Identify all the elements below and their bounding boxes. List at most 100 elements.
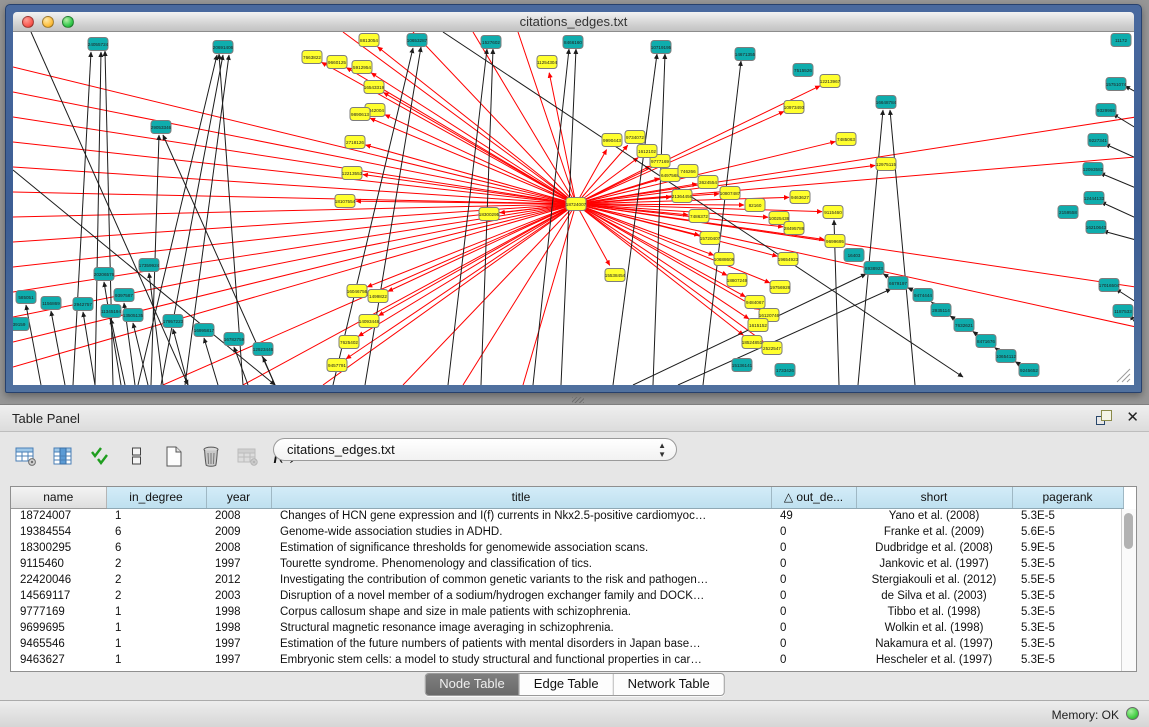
graph-node[interactable]: 16543319 — [364, 81, 385, 94]
graph-node[interactable]: 11254304 — [537, 56, 558, 69]
graph-node[interactable]: 746266 — [678, 165, 698, 178]
graph-node[interactable]: 16782759 — [224, 333, 245, 346]
graph-node[interactable]: 11345194 — [101, 305, 122, 318]
network-canvas[interactable]: 1872400718300295973407297771696497568746… — [13, 32, 1134, 385]
table-row[interactable]: 1830029562008Estimation of significance … — [11, 540, 1123, 556]
graph-node[interactable]: 18300295 — [479, 208, 500, 221]
panel-splitter-handle[interactable] — [572, 397, 584, 403]
graph-node[interactable]: 16648784 — [876, 96, 897, 109]
close-panel-icon[interactable]: ✕ — [1126, 410, 1139, 425]
column-header-pagerank[interactable]: pagerank — [1012, 487, 1123, 508]
graph-node[interactable]: 1733426 — [775, 364, 795, 377]
graph-node[interactable]: 8938923 — [864, 262, 884, 275]
graph-node[interactable]: 17957223 — [163, 315, 184, 328]
graph-node[interactable]: 12975115 — [876, 158, 897, 171]
graph-node[interactable]: 9699695 — [825, 235, 845, 248]
graph-node[interactable]: 39159 — [13, 318, 29, 331]
graph-node[interactable]: 16046756 — [347, 285, 368, 298]
table-row[interactable]: 977716911998Corpus callosum shape and si… — [11, 604, 1123, 620]
tab-edge-table[interactable]: Edge Table — [520, 674, 614, 695]
graph-node[interactable]: 12093582 — [1083, 163, 1104, 176]
canvas-resize-grip[interactable] — [1117, 369, 1130, 382]
select-all-icon[interactable] — [88, 444, 112, 468]
graph-node[interactable]: 15720407 — [700, 232, 721, 245]
graph-node[interactable]: 10653287 — [407, 34, 428, 47]
graph-node[interactable]: 1612102 — [637, 145, 657, 158]
graph-node[interactable]: 11172 — [1111, 34, 1131, 47]
graph-node[interactable]: 14671355 — [735, 48, 756, 61]
graph-node[interactable]: 9115460 — [823, 206, 843, 219]
graph-node[interactable]: 13505135 — [123, 309, 144, 322]
graph-node[interactable]: 9890613 — [350, 108, 370, 121]
graph-node[interactable]: 21364456 — [672, 190, 693, 203]
graph-node[interactable]: 7515526 — [793, 64, 813, 77]
graph-node[interactable]: 7663822 — [302, 51, 322, 64]
graph-node[interactable]: 6679197 — [888, 277, 908, 290]
graph-node[interactable]: 28495788 — [784, 222, 805, 235]
graph-node[interactable]: 2935114 — [931, 304, 951, 317]
graph-node[interactable]: 585051 — [16, 291, 36, 304]
table-row[interactable]: 946554611997Estimation of the future num… — [11, 636, 1123, 652]
table-row[interactable]: 1938455462009Genome-wide association stu… — [11, 524, 1123, 540]
table-row[interactable]: 911546021997Tourette syndrome. Phenomeno… — [11, 556, 1123, 572]
graph-node[interactable]: 9990443 — [602, 134, 622, 147]
graph-node[interactable]: 9474444 — [913, 289, 933, 302]
graph-node[interactable]: 7632621 — [954, 319, 974, 332]
table-row[interactable]: 969969511998Structural magnetic resonanc… — [11, 620, 1123, 636]
graph-node[interactable]: 1499822 — [368, 290, 388, 303]
graph-node[interactable]: 19756928 — [770, 281, 791, 294]
tab-node-table[interactable]: Node Table — [425, 674, 520, 695]
graph-node[interactable]: 6497568 — [660, 169, 680, 182]
graph-node[interactable]: 7485063 — [836, 133, 856, 146]
graph-node[interactable]: 9457791 — [327, 359, 347, 372]
graph-node[interactable]: 2522547 — [762, 342, 782, 355]
graph-node[interactable]: 15751074 — [1106, 78, 1127, 91]
graph-node[interactable]: 17359924 — [139, 259, 160, 272]
graph-node[interactable]: 3624554 — [698, 176, 718, 189]
graph-node[interactable]: 10807487 — [720, 187, 741, 200]
graph-node[interactable]: 24055724 — [88, 38, 109, 51]
table-row[interactable]: 946362711997Embryonic stem cells: a mode… — [11, 652, 1123, 668]
graph-node[interactable]: 9660125 — [327, 56, 347, 69]
window-titlebar[interactable]: citations_edges.txt — [13, 12, 1134, 32]
graph-node[interactable]: 8813054 — [359, 34, 379, 47]
graph-node[interactable]: 9734072 — [625, 131, 645, 144]
rows-icon[interactable] — [125, 444, 149, 468]
graph-node[interactable]: 7486372 — [689, 210, 709, 223]
graph-node[interactable]: 18724007 — [566, 198, 587, 211]
graph-node[interactable]: 82160 — [745, 199, 765, 212]
graph-node[interactable]: 17016504 — [1099, 279, 1120, 292]
column-header-out_de[interactable]: △ out_de... — [771, 487, 856, 508]
graph-node[interactable]: 9463627 — [790, 191, 810, 204]
graph-node[interactable]: 9484067 — [745, 296, 765, 309]
graph-node[interactable]: 18107554 — [335, 195, 356, 208]
graph-node[interactable]: 19654923 — [778, 253, 799, 266]
table-row[interactable]: 1872400712008Changes of HCN gene express… — [11, 508, 1123, 524]
graph-node[interactable]: 15136141 — [732, 359, 753, 372]
network-selector[interactable]: citations_edges.txt ▲▼ — [273, 438, 677, 461]
graph-node[interactable]: 1615152 — [748, 319, 768, 332]
graph-node[interactable]: 9227341 — [1088, 134, 1108, 147]
table-scrollbar[interactable] — [1121, 509, 1136, 671]
graph-node[interactable]: 9397587 — [114, 289, 134, 302]
graph-node[interactable]: 14093448 — [359, 315, 380, 328]
graph-node[interactable]: 10654112 — [996, 350, 1017, 363]
delete-icon[interactable] — [199, 444, 223, 468]
graph-node[interactable]: 9329965 — [1096, 104, 1116, 117]
graph-node[interactable]: 20691406 — [213, 41, 234, 54]
graph-node[interactable]: 7625402 — [339, 336, 359, 349]
graph-node[interactable]: 2718126 — [345, 136, 365, 149]
graph-node[interactable]: 18807249 — [727, 274, 748, 287]
graph-node[interactable]: 2942757 — [73, 298, 93, 311]
graph-node[interactable]: 15538454 — [605, 269, 626, 282]
graph-node[interactable]: 16210643 — [1086, 221, 1107, 234]
column-header-short[interactable]: short — [856, 487, 1012, 508]
graph-node[interactable]: 12923446 — [253, 343, 274, 356]
graph-node[interactable]: 18524851 — [742, 336, 763, 349]
graph-node[interactable]: 16995817 — [194, 324, 215, 337]
table-row[interactable]: 2242004622012Investigating the contribut… — [11, 572, 1123, 588]
graph-node[interactable]: 16403 — [844, 249, 864, 262]
new-document-icon[interactable] — [162, 444, 186, 468]
graph-node[interactable]: 9245652 — [1019, 364, 1039, 377]
graph-node[interactable]: 8471676 — [976, 335, 996, 348]
